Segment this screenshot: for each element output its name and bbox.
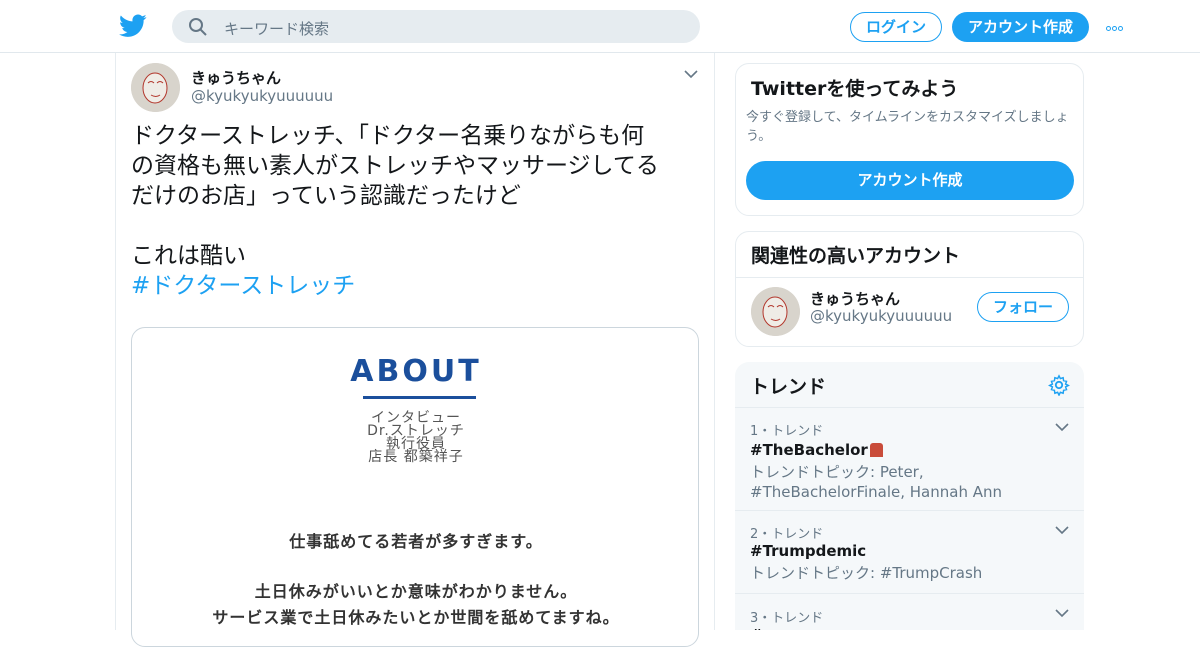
chevron-down-icon[interactable] (1055, 525, 1069, 535)
account-name[interactable]: きゅうちゃん (810, 288, 900, 309)
signup-button[interactable]: アカウント作成 (952, 12, 1089, 42)
trend-item[interactable]: 1・トレンド #TheBachelor トレンドトピック: Peter, #Th… (735, 408, 1084, 510)
search-bar[interactable]: キーワード検索 (172, 10, 700, 43)
avatar[interactable] (751, 287, 800, 336)
trend-name[interactable]: # (750, 626, 763, 630)
media-caption: インタビュー Dr.ストレッチ 執行役員 店長 都築祥子 (132, 411, 698, 465)
trends-panel: トレンド 1・トレンド #TheBachelor トレンドトピック: Peter… (735, 362, 1084, 630)
avatar[interactable] (131, 63, 180, 112)
trend-description: トレンドトピック: #TrumpCrash (750, 564, 983, 582)
chevron-down-icon[interactable] (1055, 422, 1069, 432)
search-icon (189, 18, 207, 36)
media-divider (363, 396, 476, 399)
join-card-description: 今すぐ登録して、タイムラインをカスタマイズしましょう。 (746, 110, 1069, 144)
media-line: 店長 都築祥子 (368, 449, 464, 465)
divider (736, 277, 1083, 278)
related-accounts-card: 関連性の高いアカウント きゅうちゃん @kyukyukyuuuuuu フォロー (735, 231, 1084, 347)
rose-emoji-icon (869, 443, 883, 457)
trend-name[interactable]: #Trumpdemic (750, 542, 866, 560)
trend-item[interactable]: 2・トレンド #Trumpdemic トレンドトピック: #TrumpCrash (735, 511, 1084, 593)
trend-rank: 2・トレンド (750, 527, 824, 542)
media-quote: 土日休みがいいとか意味がわかりません。 (254, 582, 578, 601)
chevron-down-icon[interactable] (1055, 608, 1069, 618)
twitter-bird-icon[interactable] (119, 13, 147, 39)
tweet-column: きゅうちゃん @kyukyukyuuuuuu ドクターストレッチ、「ドクター名乗… (115, 53, 715, 647)
gear-icon[interactable] (1048, 374, 1070, 396)
media-quote: サービス業で土日休みたいとか世間を舐めてますね。 (212, 608, 620, 627)
related-accounts-title: 関連性の高いアカウント (751, 245, 961, 267)
account-handle[interactable]: @kyukyukyuuuuuu (810, 307, 952, 325)
follow-button[interactable]: フォロー (977, 292, 1069, 322)
media-heading: ABOUT (350, 354, 482, 389)
more-icon[interactable] (1106, 16, 1130, 36)
tweet-text: ドクターストレッチ、「ドクター名乗りながらも何 の資格も無い素人がストレッチやマ… (131, 123, 659, 269)
login-button[interactable]: ログイン (850, 12, 942, 42)
trend-name[interactable]: #TheBachelor (750, 441, 883, 459)
search-input[interactable]: キーワード検索 (224, 18, 329, 39)
tweet-media-image[interactable]: ABOUT インタビュー Dr.ストレッチ 執行役員 店長 都築祥子 仕事舐めて… (131, 327, 699, 647)
join-card-title: Twitterを使ってみよう (751, 78, 959, 100)
trends-title: トレンド (750, 376, 827, 398)
trend-rank: 1・トレンド (750, 424, 824, 439)
tweet-author-name[interactable]: きゅうちゃん (191, 67, 281, 88)
join-card: Twitterを使ってみよう 今すぐ登録して、タイムラインをカスタマイズしましょ… (735, 63, 1084, 216)
chevron-down-icon[interactable] (684, 69, 698, 79)
signup-button[interactable]: アカウント作成 (746, 161, 1074, 200)
trend-description: トレンドトピック: Peter, #TheBachelorFinale, Han… (750, 463, 1003, 501)
trend-item[interactable]: 3・トレンド # (735, 594, 1084, 630)
media-quote: 仕事舐めてる若者が多すぎます。 (289, 532, 543, 551)
trend-rank: 3・トレンド (750, 611, 824, 626)
top-bar: キーワード検索 ログイン アカウント作成 (0, 0, 1200, 53)
tweet-author-handle[interactable]: @kyukyukyuuuuuu (191, 87, 333, 105)
tweet-hashtag-link[interactable]: #ドクターストレッチ (131, 271, 355, 301)
